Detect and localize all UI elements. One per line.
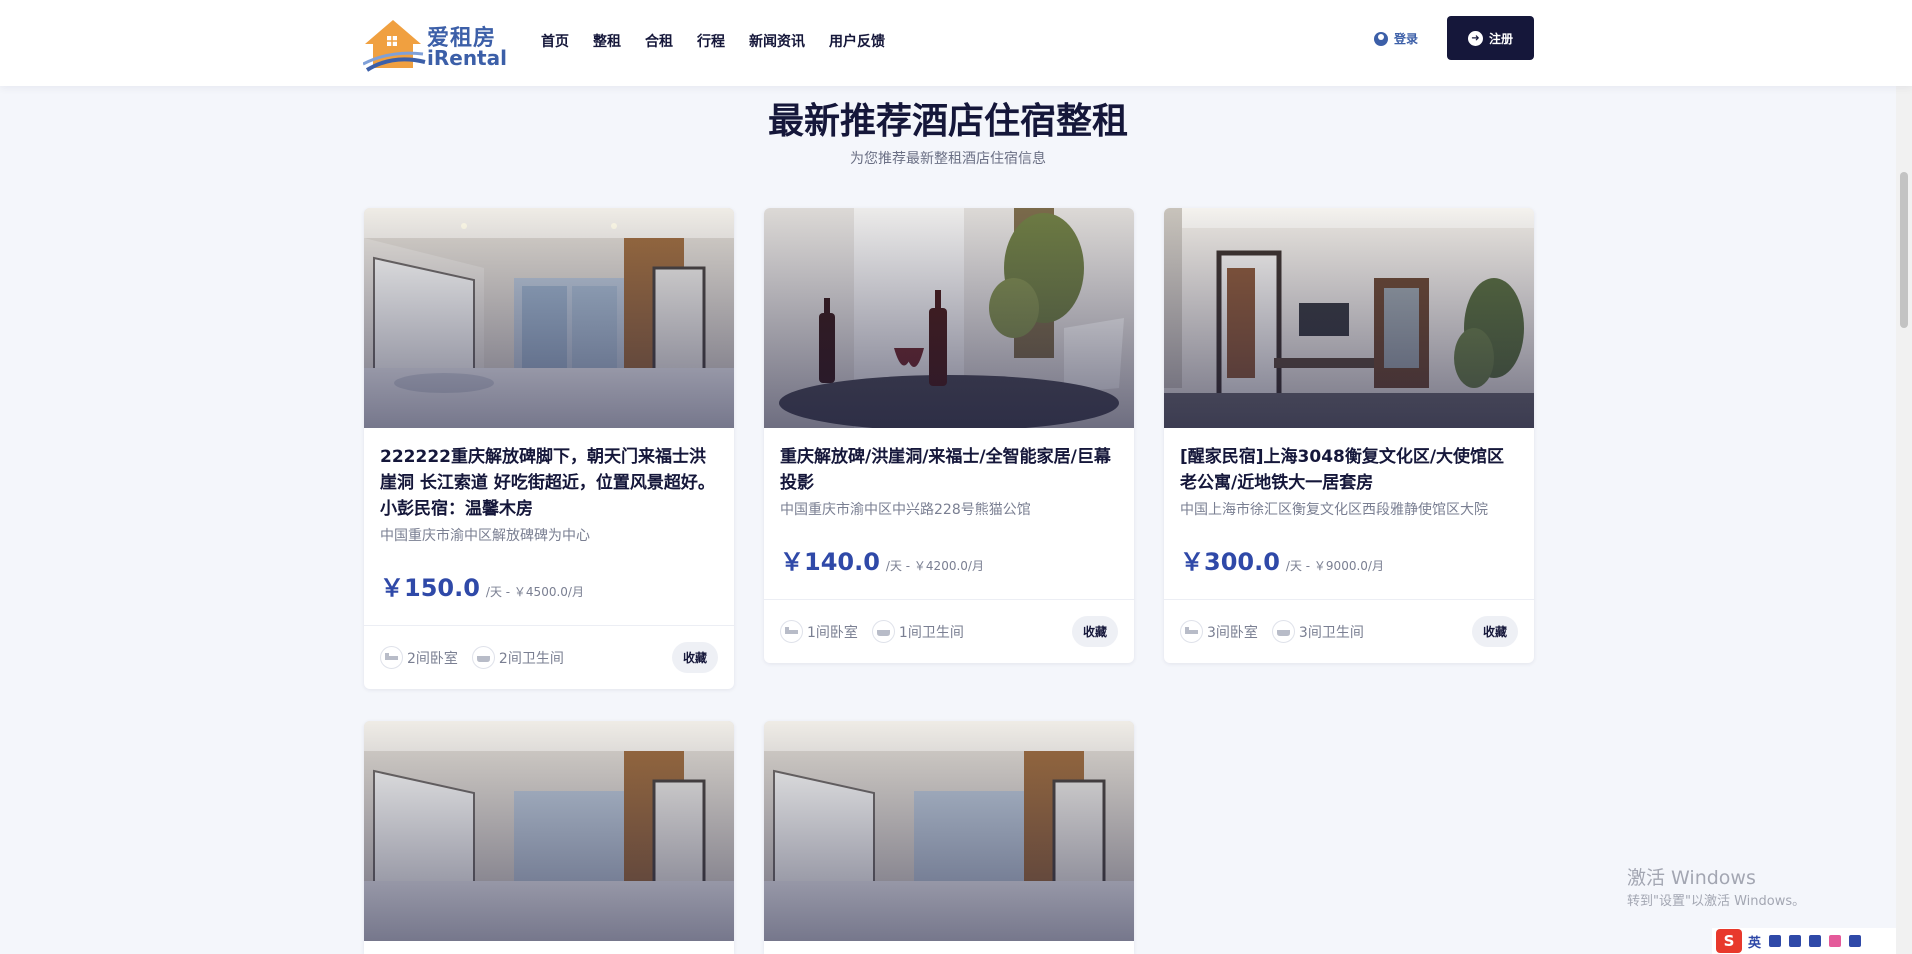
nav-item-home[interactable]: 首页 [541, 31, 569, 51]
listing-photo-wine-table[interactable] [764, 208, 1134, 428]
favorite-button[interactable]: 收藏 [671, 642, 718, 673]
ime-language-toggle[interactable]: 英 [1748, 932, 1761, 951]
nav-item-shared-rent[interactable]: 合租 [645, 31, 673, 51]
bathroom-count: 3间卫生间 [1271, 620, 1364, 643]
listing-price-unit: /天 - ￥4500.0/月 [485, 585, 584, 599]
listing-address: 中国重庆市渝中区中兴路228号熊猫公馆 [780, 502, 1031, 518]
listing-photo-bedroom[interactable] [764, 721, 1134, 941]
listing-card[interactable] [764, 721, 1134, 954]
user-circle-icon [1374, 31, 1388, 46]
ime-toolbar: S 英 [1712, 928, 1896, 954]
arrow-right-circle-icon: ➜ [1467, 30, 1483, 46]
bedroom-label: 2间卧室 [407, 650, 458, 667]
register-label: 注册 [1488, 31, 1513, 46]
bedroom-label: 1间卧室 [807, 624, 858, 641]
listing-card[interactable] [364, 721, 734, 954]
bed-icon [780, 620, 803, 643]
bathroom-count: 2间卫生间 [471, 646, 564, 669]
windows-activation-watermark-hint: 转到"设置"以激活 Windows。 [1627, 894, 1806, 909]
nav-item-news[interactable]: 新闻资讯 [749, 31, 805, 51]
listing-price-unit: /天 - ￥9000.0/月 [1285, 559, 1384, 573]
favorite-button[interactable]: 收藏 [1471, 616, 1518, 647]
listing-price-unit: /天 - ￥4200.0/月 [885, 559, 984, 573]
listing-photo-bedroom[interactable] [364, 208, 734, 428]
bathtub-icon [871, 620, 895, 643]
bathtub-icon [471, 646, 495, 669]
sogou-ime-icon[interactable]: S [1716, 929, 1742, 953]
section-subtitle: 为您推荐最新整租酒店住宿信息 [850, 151, 1046, 167]
skin-icon[interactable] [1829, 935, 1842, 947]
bathroom-label: 1间卫生间 [898, 624, 964, 641]
main-nav: 首页 整租 合租 行程 新闻资讯 用户反馈 [541, 31, 909, 51]
bedroom-label: 3间卧室 [1207, 624, 1258, 641]
microphone-icon[interactable] [1789, 935, 1802, 947]
listing-title[interactable]: 重庆解放碑/洪崖洞/来福士/全智能家居/巨幕投影 [780, 444, 1118, 496]
favorite-button[interactable]: 收藏 [1071, 616, 1118, 647]
nav-item-trips[interactable]: 行程 [697, 31, 725, 51]
listing-photo-living-room[interactable] [1164, 208, 1534, 428]
house-logo-icon [362, 20, 426, 72]
bathroom-label: 2间卫生间 [498, 650, 564, 667]
bedroom-count: 2间卧室 [380, 646, 458, 669]
section-title: 最新推荐酒店住宿整租 [767, 101, 1128, 142]
listing-title[interactable]: 222222重庆解放碑脚下，朝天门来福士洪崖洞 长江索道 好吃街超近，位置风景超… [380, 444, 718, 522]
nav-item-feedback[interactable]: 用户反馈 [829, 31, 885, 51]
register-button[interactable]: ➜ 注册 [1447, 16, 1534, 60]
login-label: 登录 [1394, 32, 1419, 46]
keyboard-icon[interactable] [1809, 935, 1822, 947]
listing-address: 中国上海市徐汇区衡复文化区西段雅静使馆区大院 [1180, 502, 1488, 518]
bed-icon [380, 646, 403, 669]
bedroom-count: 3间卧室 [1180, 620, 1258, 643]
scrollbar-thumb[interactable] [1900, 172, 1908, 328]
scrollbar-track[interactable] [1896, 0, 1912, 954]
punctuation-icon[interactable] [1769, 935, 1782, 947]
listing-card[interactable]: 重庆解放碑/洪崖洞/来福士/全智能家居/巨幕投影 中国重庆市渝中区中兴路228号… [764, 208, 1134, 663]
site-logo[interactable]: 爱租房 iRental [362, 18, 507, 72]
bathtub-icon [1271, 620, 1295, 643]
listing-price: ￥150.0 [380, 574, 480, 602]
listing-photo-bedroom[interactable] [364, 721, 734, 941]
top-navigation-bar: 爱租房 iRental 首页 整租 合租 行程 新闻资讯 用户反馈 登录 ➜ 注… [0, 0, 1912, 86]
listing-price: ￥300.0 [1180, 548, 1280, 576]
bathroom-label: 3间卫生间 [1298, 624, 1364, 641]
toolbox-icon[interactable] [1849, 935, 1862, 947]
listing-title[interactable]: [醒家民宿]上海3048衡复文化区/大使馆区老公寓/近地铁大一居套房 [1180, 444, 1518, 496]
bedroom-count: 1间卧室 [780, 620, 858, 643]
login-link[interactable]: 登录 [1374, 30, 1418, 47]
bed-icon [1180, 620, 1203, 643]
logo-text-en: iRental [427, 46, 507, 70]
listing-card[interactable]: 222222重庆解放碑脚下，朝天门来福士洪崖洞 长江索道 好吃街超近，位置风景超… [364, 208, 734, 689]
listing-card[interactable]: [醒家民宿]上海3048衡复文化区/大使馆区老公寓/近地铁大一居套房 中国上海市… [1164, 208, 1534, 663]
listing-address: 中国重庆市渝中区解放碑碑为中心 [380, 528, 590, 544]
nav-item-whole-rent[interactable]: 整租 [593, 31, 621, 51]
bathroom-count: 1间卫生间 [871, 620, 964, 643]
listing-price: ￥140.0 [780, 548, 880, 576]
windows-activation-watermark-title: 激活 Windows [1627, 867, 1756, 889]
